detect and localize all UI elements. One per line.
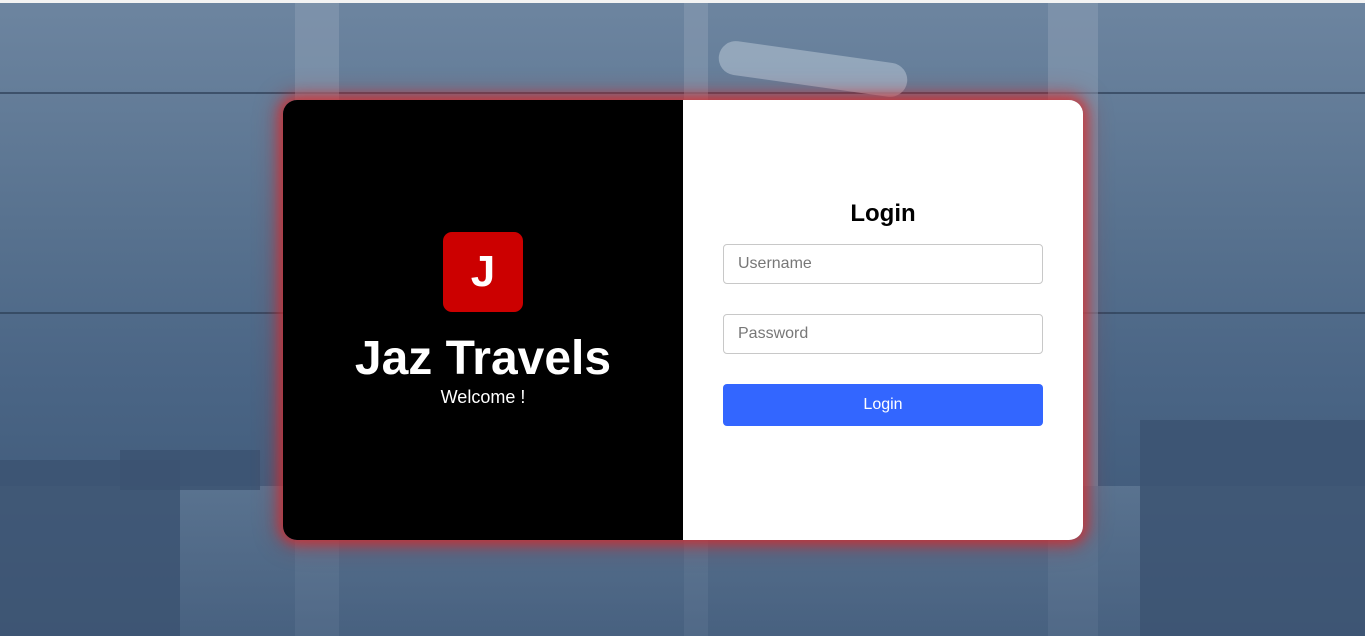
- brand-name: Jaz Travels: [354, 332, 612, 385]
- brand-logo: J: [443, 232, 523, 312]
- brand-panel: J Jaz Travels Welcome !: [283, 100, 683, 540]
- username-input[interactable]: [723, 244, 1043, 284]
- login-title: Login: [850, 200, 916, 227]
- login-button[interactable]: Login: [723, 384, 1043, 426]
- password-input[interactable]: [723, 314, 1043, 354]
- login-card: J Jaz Travels Welcome ! Login Login: [283, 100, 1083, 540]
- login-panel: Login Login: [683, 100, 1083, 540]
- welcome-text: Welcome !: [440, 387, 526, 407]
